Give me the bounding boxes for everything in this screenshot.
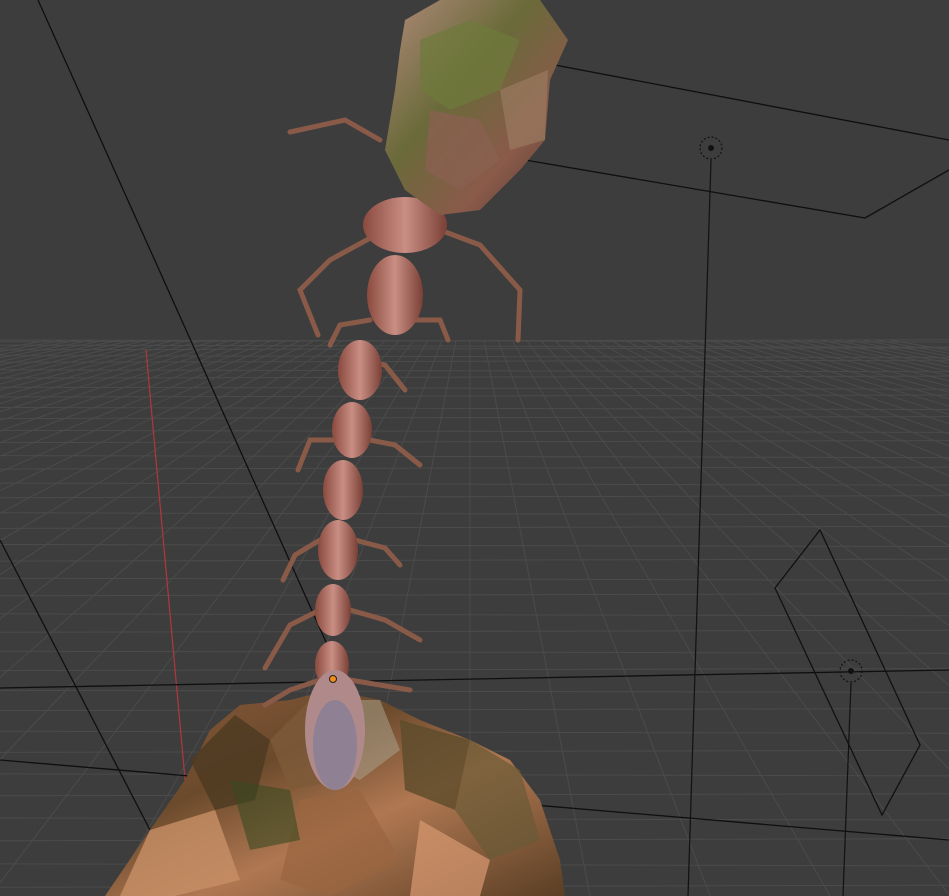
point-light-top-icon[interactable] xyxy=(687,136,723,896)
3d-viewport[interactable] xyxy=(0,0,949,896)
x-axis-line xyxy=(145,349,187,791)
creature-mesh[interactable] xyxy=(262,0,568,790)
viewport-scene[interactable] xyxy=(0,0,949,896)
point-light-right-icon[interactable] xyxy=(839,659,863,896)
object-origin-icon[interactable] xyxy=(329,675,337,683)
